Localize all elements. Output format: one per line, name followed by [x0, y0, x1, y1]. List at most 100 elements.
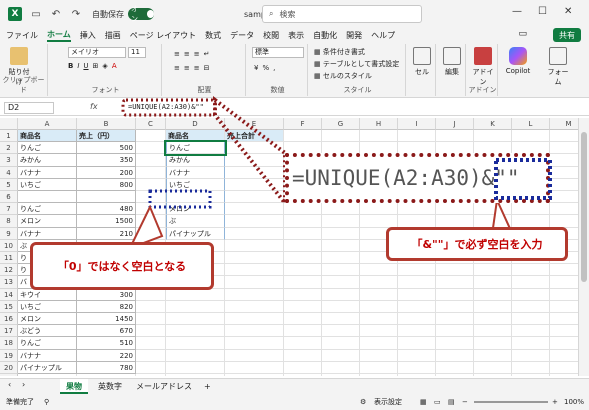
cell[interactable] — [225, 361, 284, 374]
column-header-a[interactable]: A — [18, 118, 77, 130]
cell[interactable] — [18, 374, 77, 376]
cell[interactable]: りんご — [18, 203, 77, 216]
cell[interactable] — [550, 130, 578, 143]
cell[interactable] — [284, 325, 322, 338]
cell[interactable] — [225, 300, 284, 313]
tab-page-layout[interactable]: ページ レイアウト — [130, 30, 196, 41]
tab-home[interactable]: ホーム — [47, 29, 71, 42]
row-header-18[interactable]: 18 — [0, 337, 18, 350]
cell[interactable]: 500 — [77, 142, 136, 155]
row-header-21[interactable]: 21 — [0, 374, 18, 376]
cell[interactable] — [322, 276, 360, 289]
column-header-j[interactable]: J — [436, 118, 474, 130]
form-button[interactable]: フォーム — [545, 47, 571, 87]
column-header-k[interactable]: K — [474, 118, 512, 130]
cell[interactable] — [550, 325, 578, 338]
cell[interactable] — [550, 191, 578, 204]
cell[interactable] — [225, 349, 284, 362]
row-header-4[interactable]: 4 — [0, 166, 18, 179]
cell[interactable] — [512, 130, 550, 143]
font-size-select[interactable]: 11 — [128, 47, 146, 58]
row-header-12[interactable]: 12 — [0, 264, 18, 277]
border-icon[interactable]: ⊞ — [93, 62, 99, 70]
cell[interactable] — [166, 288, 225, 301]
fx-icon[interactable]: fx — [90, 102, 98, 111]
copilot-button[interactable]: Copilot — [505, 47, 531, 75]
cell[interactable] — [284, 313, 322, 326]
display-settings[interactable]: 表示設定 — [374, 397, 402, 407]
cell[interactable] — [550, 289, 578, 301]
underline-icon[interactable]: U — [83, 62, 88, 70]
select-all-corner[interactable] — [0, 118, 18, 130]
row-header-11[interactable]: 11 — [0, 252, 18, 265]
row-header-14[interactable]: 14 — [0, 288, 18, 301]
cell[interactable] — [512, 349, 550, 362]
currency-icon[interactable]: ¥ — [254, 64, 258, 72]
row-header-7[interactable]: 7 — [0, 203, 18, 216]
zoom-in-icon[interactable]: + — [552, 398, 558, 406]
zoom-slider[interactable] — [474, 401, 548, 403]
row-header-13[interactable]: 13 — [0, 276, 18, 289]
tab-draw[interactable]: 描画 — [105, 30, 121, 41]
cell[interactable] — [512, 325, 550, 338]
cell[interactable] — [166, 191, 225, 204]
row-header-19[interactable]: 19 — [0, 349, 18, 362]
cell[interactable] — [225, 374, 284, 376]
cell[interactable] — [225, 288, 284, 301]
addins-button[interactable]: アドイン — [470, 47, 496, 87]
cell[interactable] — [512, 215, 550, 228]
font-color-icon[interactable]: A — [112, 62, 117, 70]
prev-sheet-icon[interactable]: ‹ — [8, 380, 11, 389]
cell[interactable]: 1500 — [77, 215, 136, 228]
cell[interactable] — [225, 166, 284, 179]
cell[interactable] — [360, 300, 398, 313]
cell[interactable] — [136, 300, 166, 313]
cell[interactable] — [18, 191, 77, 204]
cell[interactable] — [474, 349, 512, 362]
cell[interactable] — [136, 374, 166, 376]
editing-button[interactable]: 編集 — [439, 47, 465, 77]
row-header-3[interactable]: 3 — [0, 154, 18, 167]
column-header-i[interactable]: I — [398, 118, 436, 130]
cell[interactable] — [398, 300, 436, 313]
cell[interactable] — [77, 374, 136, 376]
row-header-16[interactable]: 16 — [0, 313, 18, 326]
comma-icon[interactable]: , — [273, 64, 275, 72]
cell[interactable] — [436, 203, 474, 216]
column-header-g[interactable]: G — [322, 118, 360, 130]
cell[interactable] — [284, 252, 322, 265]
cell[interactable]: ぶどう — [18, 325, 77, 338]
cell[interactable] — [398, 374, 436, 376]
autosave-toggle[interactable]: オン — [128, 5, 154, 23]
align-top-icon[interactable]: ≡ — [174, 50, 180, 58]
percent-icon[interactable]: % — [262, 64, 269, 72]
cell[interactable] — [322, 264, 360, 277]
cell[interactable] — [360, 203, 398, 216]
row-header-6[interactable]: 6 — [0, 191, 18, 204]
cell[interactable] — [166, 325, 225, 338]
cell[interactable] — [512, 203, 550, 216]
cell[interactable]: 800 — [77, 178, 136, 191]
cell[interactable] — [225, 239, 284, 252]
display-settings-icon[interactable]: ⚙ — [360, 398, 366, 406]
cell[interactable] — [136, 203, 166, 216]
cell[interactable]: 300 — [77, 288, 136, 301]
cell[interactable]: 210 — [77, 227, 136, 240]
tab-formulas[interactable]: 数式 — [205, 30, 221, 41]
zoom-out-icon[interactable]: − — [462, 398, 468, 406]
wrap-icon[interactable]: ↵ — [204, 50, 210, 58]
cell[interactable]: パイナップル — [18, 361, 77, 374]
column-header-m[interactable]: M — [550, 118, 578, 130]
cell[interactable] — [398, 313, 436, 326]
tab-file[interactable]: ファイル — [6, 30, 38, 41]
fill-color-icon[interactable]: ◈ — [102, 62, 107, 70]
cell[interactable] — [322, 300, 360, 313]
cell[interactable] — [436, 313, 474, 326]
cell[interactable] — [284, 300, 322, 313]
column-header-f[interactable]: F — [284, 118, 322, 130]
cell[interactable]: いちご — [18, 178, 77, 191]
cell[interactable]: 820 — [77, 300, 136, 313]
cell[interactable] — [550, 374, 578, 376]
cell[interactable]: 200 — [77, 166, 136, 179]
cell[interactable] — [136, 349, 166, 362]
